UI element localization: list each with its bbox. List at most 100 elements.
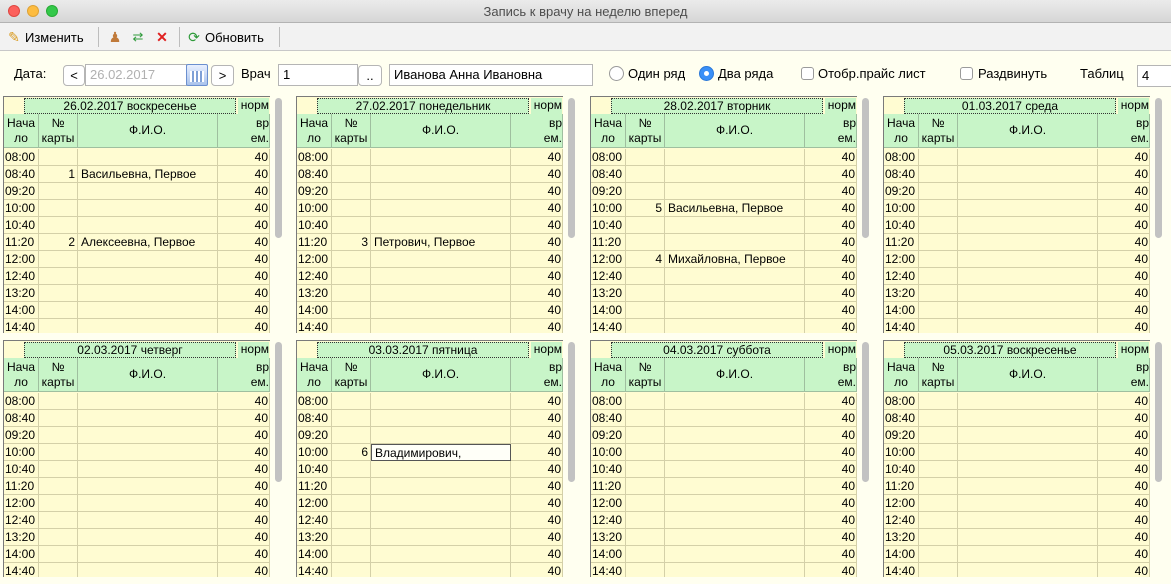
column-header-card[interactable]: № карты [626, 114, 665, 148]
patient-name-cell[interactable] [371, 183, 511, 200]
time-cell[interactable]: 10:40 [884, 217, 919, 234]
norm-cell[interactable]: 40 [1098, 461, 1150, 478]
norm-cell[interactable]: 40 [511, 478, 563, 495]
column-header-card[interactable]: № карты [39, 358, 78, 392]
patient-name-cell[interactable] [665, 393, 805, 410]
column-header-time[interactable]: Нача ло [884, 358, 919, 392]
table-row[interactable]: 14:40 40 [297, 563, 563, 577]
time-cell[interactable]: 08:40 [297, 166, 332, 183]
column-header-norm[interactable]: вр ем. [511, 114, 563, 148]
time-cell[interactable]: 13:20 [297, 285, 332, 302]
card-cell[interactable] [39, 268, 78, 285]
norm-cell[interactable]: 40 [511, 461, 563, 478]
card-cell[interactable] [626, 495, 665, 512]
table-row[interactable]: 13:20 40 [591, 529, 857, 546]
time-cell[interactable]: 12:00 [884, 495, 919, 512]
card-cell[interactable] [332, 217, 371, 234]
column-header-name[interactable]: Ф.И.О. [78, 114, 218, 148]
time-cell[interactable]: 11:20 [297, 234, 332, 251]
table-row[interactable]: 08:00 40 [884, 393, 1150, 410]
patient-name-cell[interactable] [665, 546, 805, 563]
time-cell[interactable]: 08:00 [4, 393, 39, 410]
card-cell[interactable] [626, 478, 665, 495]
card-cell[interactable]: 3 [332, 234, 371, 251]
norm-cell[interactable]: 40 [1098, 512, 1150, 529]
table-row[interactable]: 12:40 40 [297, 268, 563, 285]
norm-cell[interactable]: 40 [511, 217, 563, 234]
patient-name-cell[interactable] [78, 478, 218, 495]
patient-name-cell[interactable] [371, 478, 511, 495]
patient-name-cell[interactable] [371, 512, 511, 529]
table-row[interactable]: 09:20 40 [297, 427, 563, 444]
table-row[interactable]: 12:00 40 [884, 251, 1150, 268]
table-row[interactable]: 08:00 40 [297, 149, 563, 166]
patient-name-cell[interactable] [665, 512, 805, 529]
patient-name-cell[interactable] [665, 285, 805, 302]
patient-name-cell[interactable] [78, 444, 218, 461]
norm-cell[interactable]: 40 [218, 200, 270, 217]
table-row[interactable]: 10:40 40 [884, 461, 1150, 478]
card-cell[interactable] [332, 410, 371, 427]
patient-name-cell[interactable] [78, 200, 218, 217]
card-cell[interactable] [332, 478, 371, 495]
patient-name-cell[interactable] [78, 529, 218, 546]
column-header-card[interactable]: № карты [39, 114, 78, 148]
time-cell[interactable]: 14:00 [297, 302, 332, 319]
norm-cell[interactable]: 40 [511, 234, 563, 251]
time-cell[interactable]: 14:00 [591, 546, 626, 563]
card-cell[interactable] [919, 495, 958, 512]
vertical-scrollbar[interactable] [862, 98, 869, 238]
patient-name-cell[interactable] [78, 251, 218, 268]
time-cell[interactable]: 10:00 [297, 444, 332, 461]
table-row[interactable]: 08:00 40 [297, 393, 563, 410]
card-cell[interactable]: 6 [332, 444, 371, 461]
patient-name-cell[interactable] [371, 427, 511, 444]
norm-cell[interactable]: 40 [1098, 410, 1150, 427]
table-row[interactable]: 13:20 40 [4, 285, 270, 302]
norm-cell[interactable]: 40 [511, 285, 563, 302]
time-cell[interactable]: 14:00 [884, 302, 919, 319]
norm-cell[interactable]: 40 [511, 393, 563, 410]
table-row[interactable]: 14:40 40 [591, 319, 857, 333]
patient-name-cell[interactable]: Владимирович, [371, 444, 511, 461]
patient-name-cell[interactable] [371, 149, 511, 166]
card-cell[interactable] [626, 149, 665, 166]
patient-name-cell[interactable] [665, 495, 805, 512]
card-cell[interactable] [332, 149, 371, 166]
time-cell[interactable]: 08:00 [591, 149, 626, 166]
table-row[interactable]: 10:40 40 [4, 461, 270, 478]
time-cell[interactable]: 09:20 [297, 427, 332, 444]
norm-cell[interactable]: 40 [511, 563, 563, 577]
table-row[interactable]: 14:00 40 [297, 546, 563, 563]
time-cell[interactable]: 08:40 [884, 410, 919, 427]
table-row[interactable]: 08:40 40 [297, 166, 563, 183]
time-cell[interactable]: 08:00 [4, 149, 39, 166]
doctor-browse-button[interactable]: .. [358, 65, 382, 86]
patient-name-cell[interactable] [958, 302, 1098, 319]
patient-name-cell[interactable] [371, 563, 511, 577]
table-row[interactable]: 12:00 40 [297, 495, 563, 512]
time-cell[interactable]: 14:00 [297, 546, 332, 563]
table-row[interactable]: 08:00 40 [591, 393, 857, 410]
card-cell[interactable] [919, 444, 958, 461]
time-cell[interactable]: 12:00 [4, 251, 39, 268]
table-row[interactable]: 08:40 40 [591, 166, 857, 183]
table-row[interactable]: 11:20 40 [4, 478, 270, 495]
time-cell[interactable]: 10:40 [4, 461, 39, 478]
patient-name-cell[interactable] [665, 149, 805, 166]
norm-cell[interactable]: 40 [218, 302, 270, 319]
next-date-button[interactable]: > [211, 65, 234, 86]
card-cell[interactable] [39, 302, 78, 319]
column-header-norm[interactable]: вр ем. [805, 114, 857, 148]
norm-cell[interactable]: 40 [511, 410, 563, 427]
time-cell[interactable]: 12:00 [591, 251, 626, 268]
patient-name-cell[interactable] [665, 563, 805, 577]
time-cell[interactable]: 09:20 [4, 183, 39, 200]
norm-cell[interactable]: 40 [1098, 149, 1150, 166]
table-row[interactable]: 10:00 40 [884, 200, 1150, 217]
card-cell[interactable] [626, 285, 665, 302]
vertical-scrollbar[interactable] [1155, 342, 1162, 482]
time-cell[interactable]: 14:40 [297, 319, 332, 333]
table-row[interactable]: 14:40 40 [884, 563, 1150, 577]
patient-name-cell[interactable] [78, 461, 218, 478]
